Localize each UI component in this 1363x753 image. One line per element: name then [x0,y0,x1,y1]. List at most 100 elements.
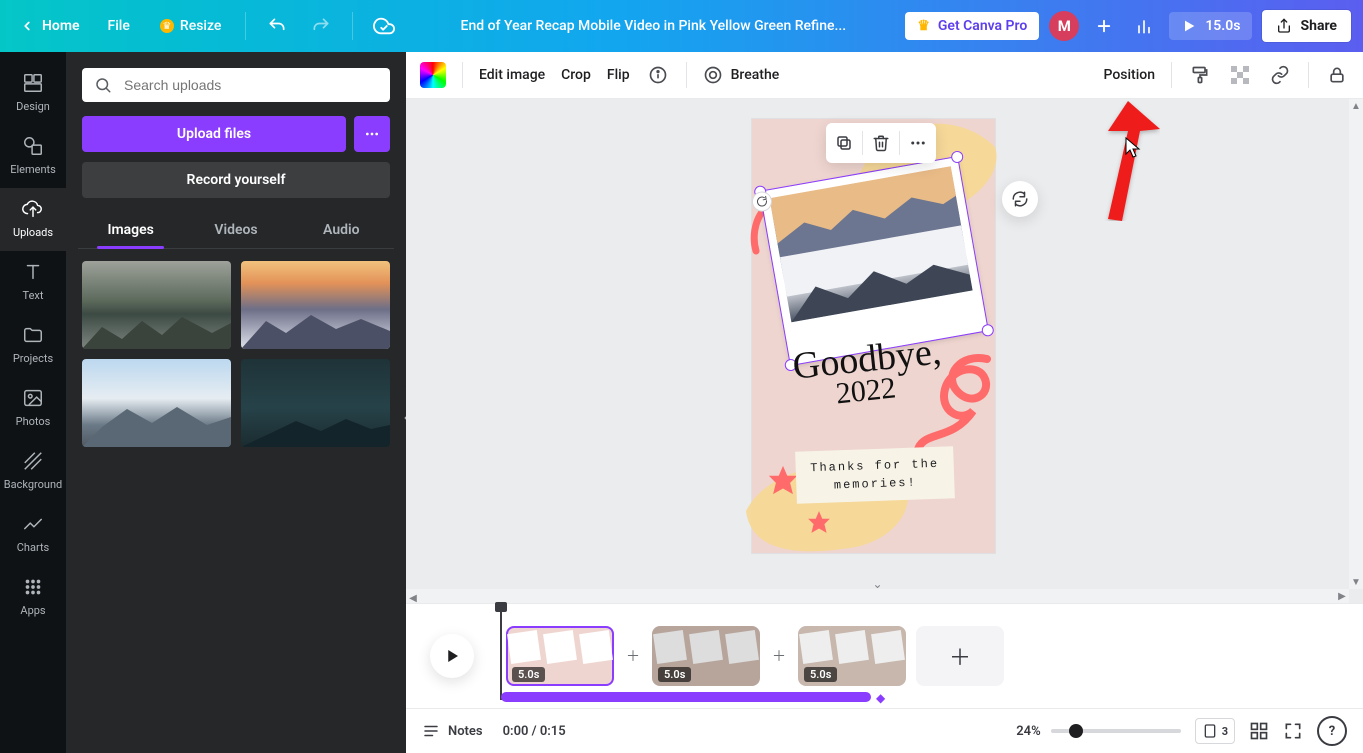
nav-rail: Design Elements Uploads Text Projects Ph… [0,52,66,753]
info-button[interactable] [646,63,670,87]
vertical-scrollbar[interactable]: ▲ ▼ [1349,99,1363,589]
horizontal-scrollbar[interactable]: ◀ ▶ [406,589,1349,603]
share-button[interactable]: Share [1262,10,1351,42]
playback-time: 0:00 / 0:15 [503,724,566,739]
tab-audio[interactable]: Audio [289,212,394,248]
position-button[interactable]: Position [1103,67,1155,83]
undo-icon [267,16,287,36]
duplicate-button[interactable] [826,123,862,163]
document-title[interactable]: End of Year Recap Mobile Video in Pink Y… [411,18,895,34]
tab-videos[interactable]: Videos [183,212,288,248]
uploads-panel: Upload files Record yourself Images Vide… [66,52,406,753]
timeline-clip[interactable]: 5.0s [506,626,614,686]
canvas-area[interactable]: ▲ ▼ ◀ ▶ ⌄ [406,99,1363,603]
collapse-timeline-button[interactable]: ⌄ [406,577,1349,589]
tab-images[interactable]: Images [78,212,183,248]
rail-charts-label: Charts [17,541,49,554]
crop-button[interactable]: Crop [561,67,591,83]
memo-text[interactable]: Thanks for the memories! [795,446,955,503]
resize-button[interactable]: ♛ Resize [150,12,232,40]
edit-image-button[interactable]: Edit image [479,67,545,83]
cloud-sync-button[interactable] [367,9,401,43]
trash-icon [872,134,890,152]
mountain-icon [82,299,231,349]
color-picker-button[interactable] [420,62,446,88]
delete-button[interactable] [863,123,899,163]
upload-thumb[interactable] [241,359,390,447]
help-button[interactable]: ? [1317,716,1347,746]
animate-icon [703,65,723,85]
upload-thumb[interactable] [241,261,390,349]
share-icon [1276,18,1292,34]
rail-charts[interactable]: Charts [0,503,66,566]
file-menu[interactable]: File [98,12,140,40]
notes-button[interactable]: Notes [422,722,483,740]
upload-thumb[interactable] [82,261,231,349]
get-pro-label: Get Canva Pro [938,18,1027,34]
resize-handle[interactable] [981,323,995,337]
preview-button[interactable]: 15.0s [1169,12,1252,40]
avatar[interactable]: M [1049,11,1079,41]
zoom-slider[interactable] [1051,729,1181,733]
add-transition-button[interactable]: ＋ [770,626,788,686]
rail-apps[interactable]: Apps [0,566,66,629]
grid-view-icon[interactable] [1249,721,1269,741]
rail-background-label: Background [4,478,62,491]
transparency-button[interactable] [1228,63,1252,87]
insights-button[interactable] [1129,11,1159,41]
animate-button[interactable]: Breathe [703,65,780,85]
copy-style-button[interactable] [1188,63,1212,87]
fullscreen-icon[interactable] [1283,721,1303,741]
cursor-icon [1125,137,1143,159]
canvas-page[interactable]: Goodbye, 2022 Thanks for the memories! [752,119,995,553]
line-chart-icon [22,513,44,535]
page-indicator-button[interactable]: 3 [1195,718,1235,744]
rail-uploads-label: Uploads [13,226,53,239]
regenerate-button[interactable] [1002,181,1038,217]
add-transition-button[interactable]: ＋ [624,626,642,686]
redo-button[interactable] [304,9,338,43]
undo-button[interactable] [260,9,294,43]
playhead[interactable] [500,608,502,700]
upload-files-button[interactable]: Upload files [82,116,346,152]
add-member-button[interactable] [1089,11,1119,41]
uploads-tabs: Images Videos Audio [78,212,394,249]
lock-button[interactable] [1325,63,1349,87]
rail-photos[interactable]: Photos [0,377,66,440]
play-icon [1181,18,1197,34]
animate-label: Breathe [731,67,780,83]
upload-more-button[interactable] [354,116,390,152]
search-input[interactable] [122,76,378,94]
zoom-slider-thumb[interactable] [1069,724,1083,738]
link-icon [1270,65,1290,85]
selected-polaroid-image[interactable] [760,157,988,365]
clip-duration-badge: 5.0s [658,667,691,682]
more-icon [909,134,927,152]
rail-projects[interactable]: Projects [0,314,66,377]
flip-button[interactable]: Flip [607,67,630,83]
notes-label: Notes [448,724,483,739]
rail-background[interactable]: Background [0,440,66,503]
rail-design[interactable]: Design [0,62,66,125]
timeline-clip[interactable]: 5.0s [798,626,906,686]
rail-elements[interactable]: Elements [0,125,66,188]
crown-icon: ♛ [917,18,930,34]
get-pro-button[interactable]: ♛ Get Canva Pro [905,12,1039,40]
context-more-button[interactable] [900,123,936,163]
timeline-clip[interactable]: 5.0s [652,626,760,686]
home-button[interactable]: Home [12,14,88,38]
zoom-control[interactable]: 24% [1016,724,1180,739]
context-toolbar: Edit image Crop Flip Breathe Position [406,52,1363,99]
play-button[interactable] [430,634,474,678]
share-label: Share [1300,18,1337,34]
search-input-wrap[interactable] [82,68,390,102]
audio-track[interactable] [501,692,871,702]
add-clip-button[interactable]: ＋ [916,626,1004,686]
rail-uploads[interactable]: Uploads [0,188,66,251]
redo-icon [311,16,331,36]
upload-thumb[interactable] [82,359,231,447]
link-button[interactable] [1268,63,1292,87]
star-decoration [806,509,832,535]
record-yourself-button[interactable]: Record yourself [82,162,390,198]
rail-text[interactable]: Text [0,251,66,314]
